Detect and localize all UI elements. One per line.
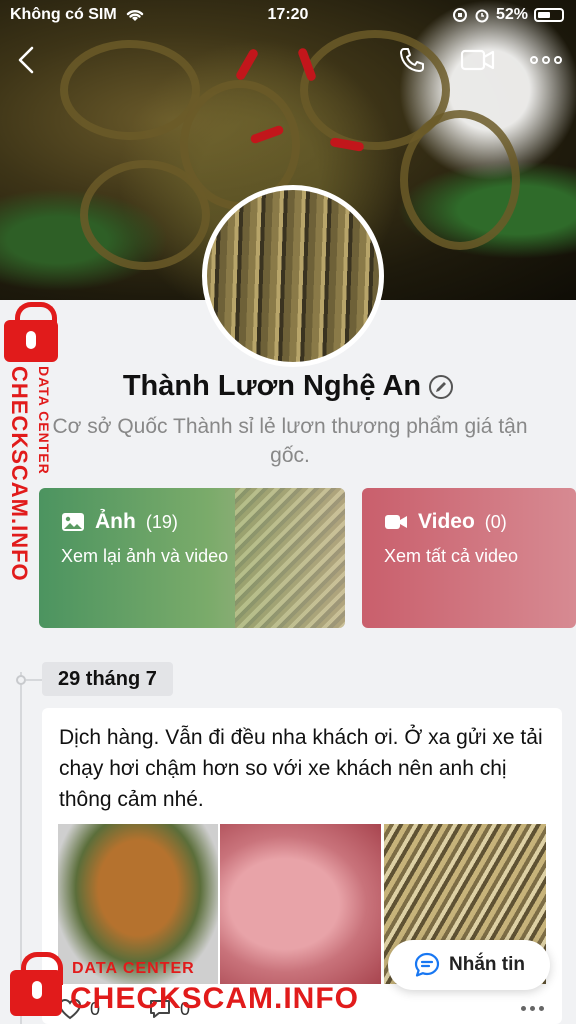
watermark-bottom-small: DATA CENTER	[72, 960, 195, 977]
post-photo[interactable]	[220, 824, 381, 984]
chevron-left-icon	[18, 46, 34, 74]
call-button[interactable]	[392, 40, 432, 80]
video-camera-icon	[460, 49, 495, 71]
videos-count: (0)	[484, 511, 507, 532]
profile-name: Thành Lươn Nghệ An	[122, 370, 422, 402]
top-navigation	[0, 40, 576, 80]
back-button[interactable]	[6, 40, 46, 80]
photos-count: (19)	[145, 511, 178, 532]
dot-icon	[539, 1006, 544, 1011]
battery-percent: 52%	[495, 6, 528, 23]
watermark-side: DATA CENTER CHECKSCAM.INFO	[2, 302, 62, 590]
message-button-label: Nhắn tin	[449, 954, 525, 975]
profile-description: Cơ sở Quốc Thành sỉ lẻ lươn thương phẩm …	[52, 415, 528, 467]
post-more-button[interactable]	[521, 1006, 544, 1011]
post-text: Dịch hàng. Vẫn đi đều nha khách ơi. Ở xa…	[59, 726, 543, 811]
edit-name-button[interactable]	[429, 374, 454, 399]
watermark-side-large: CHECKSCAM.INFO	[7, 366, 32, 582]
chat-bubble-icon	[414, 952, 440, 977]
orientation-lock-icon	[452, 8, 467, 22]
pencil-icon	[436, 381, 447, 392]
battery-icon	[534, 8, 564, 22]
alarm-icon	[475, 9, 489, 23]
message-button[interactable]: Nhắn tin	[388, 940, 550, 990]
videos-subtitle: Xem tất cả video	[384, 546, 519, 566]
video-icon	[385, 515, 407, 529]
timeline-dot	[16, 675, 26, 685]
photos-card[interactable]: Ảnh (19) Xem lại ảnh và video	[39, 488, 345, 628]
video-call-button[interactable]	[458, 40, 498, 80]
profile-name-row: Thành Lươn Nghệ An	[0, 370, 576, 403]
photos-card-thumbnail	[235, 488, 345, 628]
lock-icon	[10, 952, 63, 1016]
watermark-bottom-large: CHECKSCAM.INFO	[70, 982, 359, 1015]
dot-icon	[530, 1006, 535, 1011]
status-bar: Không có SIM 17:20 52%	[0, 0, 576, 30]
cover-decoration	[80, 160, 210, 270]
videos-card[interactable]: Video (0) Xem tất cả video	[362, 488, 576, 628]
more-dots-icon	[530, 56, 562, 64]
watermark-side-small: DATA CENTER	[36, 366, 52, 475]
timeline-date: 29 tháng 7	[42, 662, 173, 696]
photos-subtitle: Xem lại ảnh và video	[61, 546, 229, 566]
avatar[interactable]	[202, 185, 384, 367]
cover-decoration	[400, 110, 520, 250]
photos-label: Ảnh	[95, 510, 136, 533]
dot-icon	[521, 1006, 526, 1011]
phone-icon	[400, 48, 424, 72]
image-icon	[62, 513, 84, 531]
lock-icon	[4, 302, 58, 362]
videos-label: Video	[418, 510, 475, 533]
timeline-connector	[26, 679, 42, 681]
more-options-button[interactable]	[526, 40, 566, 80]
